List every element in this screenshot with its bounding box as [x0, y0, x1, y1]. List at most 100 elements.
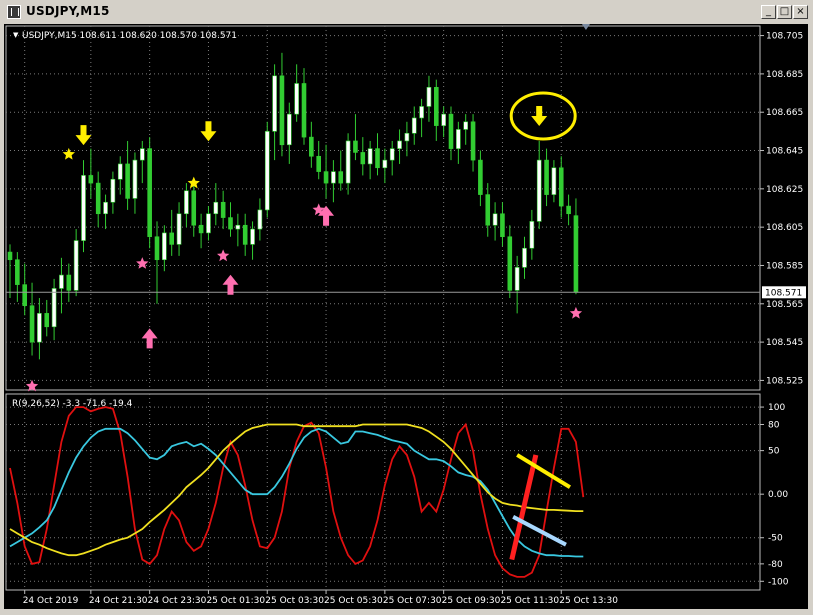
- star-marker: [62, 147, 75, 160]
- osc-y-tick-label: -80: [768, 560, 783, 570]
- candle-body: [59, 274, 64, 289]
- candle-body: [88, 175, 94, 184]
- candle-body: [345, 140, 351, 184]
- y-tick-label: 108.645: [766, 147, 803, 157]
- candle-body: [558, 167, 564, 207]
- close-button[interactable]: ×: [793, 5, 808, 19]
- candle-body: [29, 305, 35, 343]
- price-chart[interactable]: 24 Oct 2019 24 Oct 21:30 24 Oct 23:30 25 Oc…: [4, 24, 808, 609]
- candle-body: [110, 178, 116, 203]
- candle-body: [257, 209, 263, 230]
- annotation-blue-line: [512, 515, 567, 547]
- candle-body: [433, 87, 439, 126]
- candle-body: [235, 224, 241, 230]
- candle-body: [353, 140, 358, 153]
- candle-body: [441, 113, 446, 126]
- candle-body: [382, 159, 388, 169]
- candle-body: [551, 167, 557, 195]
- annotation-circle: [509, 91, 577, 141]
- candle-body: [573, 215, 579, 293]
- osc-y-tick-label: 80: [768, 420, 780, 430]
- candle-body: [81, 175, 86, 241]
- y-tick-label: 108.705: [766, 32, 803, 42]
- candle-body: [522, 247, 527, 268]
- window-title: USDJPY,M15: [26, 4, 110, 18]
- minimize-button[interactable]: _: [761, 5, 776, 19]
- title-bar[interactable]: USDJPY,M15 _ □ ×: [2, 2, 811, 22]
- candle-body: [478, 159, 483, 195]
- chart-area[interactable]: 24 Oct 2019 24 Oct 21:30 24 Oct 23:30 25 Oc…: [4, 24, 808, 609]
- x-tick-label: 25 Oct 11:30: [500, 596, 559, 606]
- restore-button[interactable]: □: [777, 5, 792, 19]
- annotation-yellow-line: [516, 453, 571, 489]
- candle-body: [331, 171, 336, 184]
- candle-body: [404, 132, 410, 142]
- candle-body: [419, 106, 424, 119]
- candle-body: [492, 213, 498, 226]
- candle-body: [411, 117, 417, 134]
- y-tick-label: 108.525: [766, 376, 803, 386]
- candle-body: [272, 75, 277, 132]
- x-tick-label: 25 Oct 09:30: [442, 596, 501, 606]
- candle-body: [448, 113, 454, 149]
- candle-body: [529, 221, 535, 249]
- candle-body: [51, 288, 57, 328]
- candle-body: [7, 251, 13, 261]
- y-tick-label: 108.665: [766, 108, 803, 118]
- candle-body: [22, 284, 28, 307]
- y-tick-label: 108.685: [766, 70, 803, 80]
- star-marker: [136, 257, 149, 269]
- candle-body: [507, 236, 513, 291]
- arrow-down-marker: [531, 105, 548, 126]
- candle-body: [426, 87, 432, 107]
- candle-body: [169, 232, 174, 245]
- candle-body: [184, 190, 189, 215]
- candle-body: [500, 213, 505, 238]
- y-tick-label: 108.545: [766, 338, 803, 348]
- candle-body: [228, 217, 233, 230]
- candle-body: [360, 152, 366, 165]
- x-tick-label: 24 Oct 23:30: [148, 596, 207, 606]
- candle-body: [338, 171, 344, 184]
- x-tick-label: 24 Oct 21:30: [89, 596, 148, 606]
- candle-body: [264, 131, 270, 211]
- osc-y-tick-label: -50: [768, 534, 783, 544]
- candle-body: [323, 171, 329, 184]
- candle-body: [140, 148, 145, 161]
- candle-body: [294, 83, 299, 115]
- chart-shift-marker: [581, 24, 590, 30]
- candle-body: [132, 159, 138, 199]
- arrow-down-marker: [75, 125, 92, 146]
- candle-body: [242, 224, 248, 245]
- candle-body: [73, 240, 79, 291]
- star-marker: [569, 306, 583, 319]
- candle-body: [37, 313, 42, 343]
- candle-body: [566, 205, 571, 215]
- candle-body: [463, 121, 469, 130]
- osc-y-tick-label: 50: [768, 447, 780, 457]
- candle-body: [470, 121, 476, 161]
- chart-icon: [7, 5, 21, 19]
- x-tick-label: 25 Oct 03:30: [265, 596, 324, 606]
- osc-y-tick-label: -100: [768, 577, 789, 587]
- candle-body: [176, 213, 182, 245]
- candle-body: [44, 313, 50, 328]
- price-header-label: USDJPY,M15 108.611 108.620 108.570 108.5…: [22, 31, 237, 41]
- candle-body: [544, 159, 549, 195]
- current-price-label: 108.571: [765, 288, 802, 298]
- price-pane-frame: [5, 25, 761, 391]
- x-tick-label: 24 Oct 2019: [23, 596, 79, 606]
- candle-body: [309, 136, 314, 157]
- candle-body: [367, 148, 373, 165]
- candle-body: [316, 155, 322, 172]
- candle-body: [375, 148, 380, 169]
- oscillator-header-label: R(9,26,52) -3.3 -71.6 -19.4: [12, 399, 133, 409]
- candle-body: [147, 148, 152, 238]
- candle-body: [154, 236, 160, 261]
- candle-body: [456, 129, 461, 149]
- candle-body: [162, 232, 167, 261]
- star-marker: [217, 249, 230, 262]
- candle-body: [485, 194, 491, 226]
- arrow-up-marker: [222, 274, 239, 295]
- candle-body: [95, 182, 101, 215]
